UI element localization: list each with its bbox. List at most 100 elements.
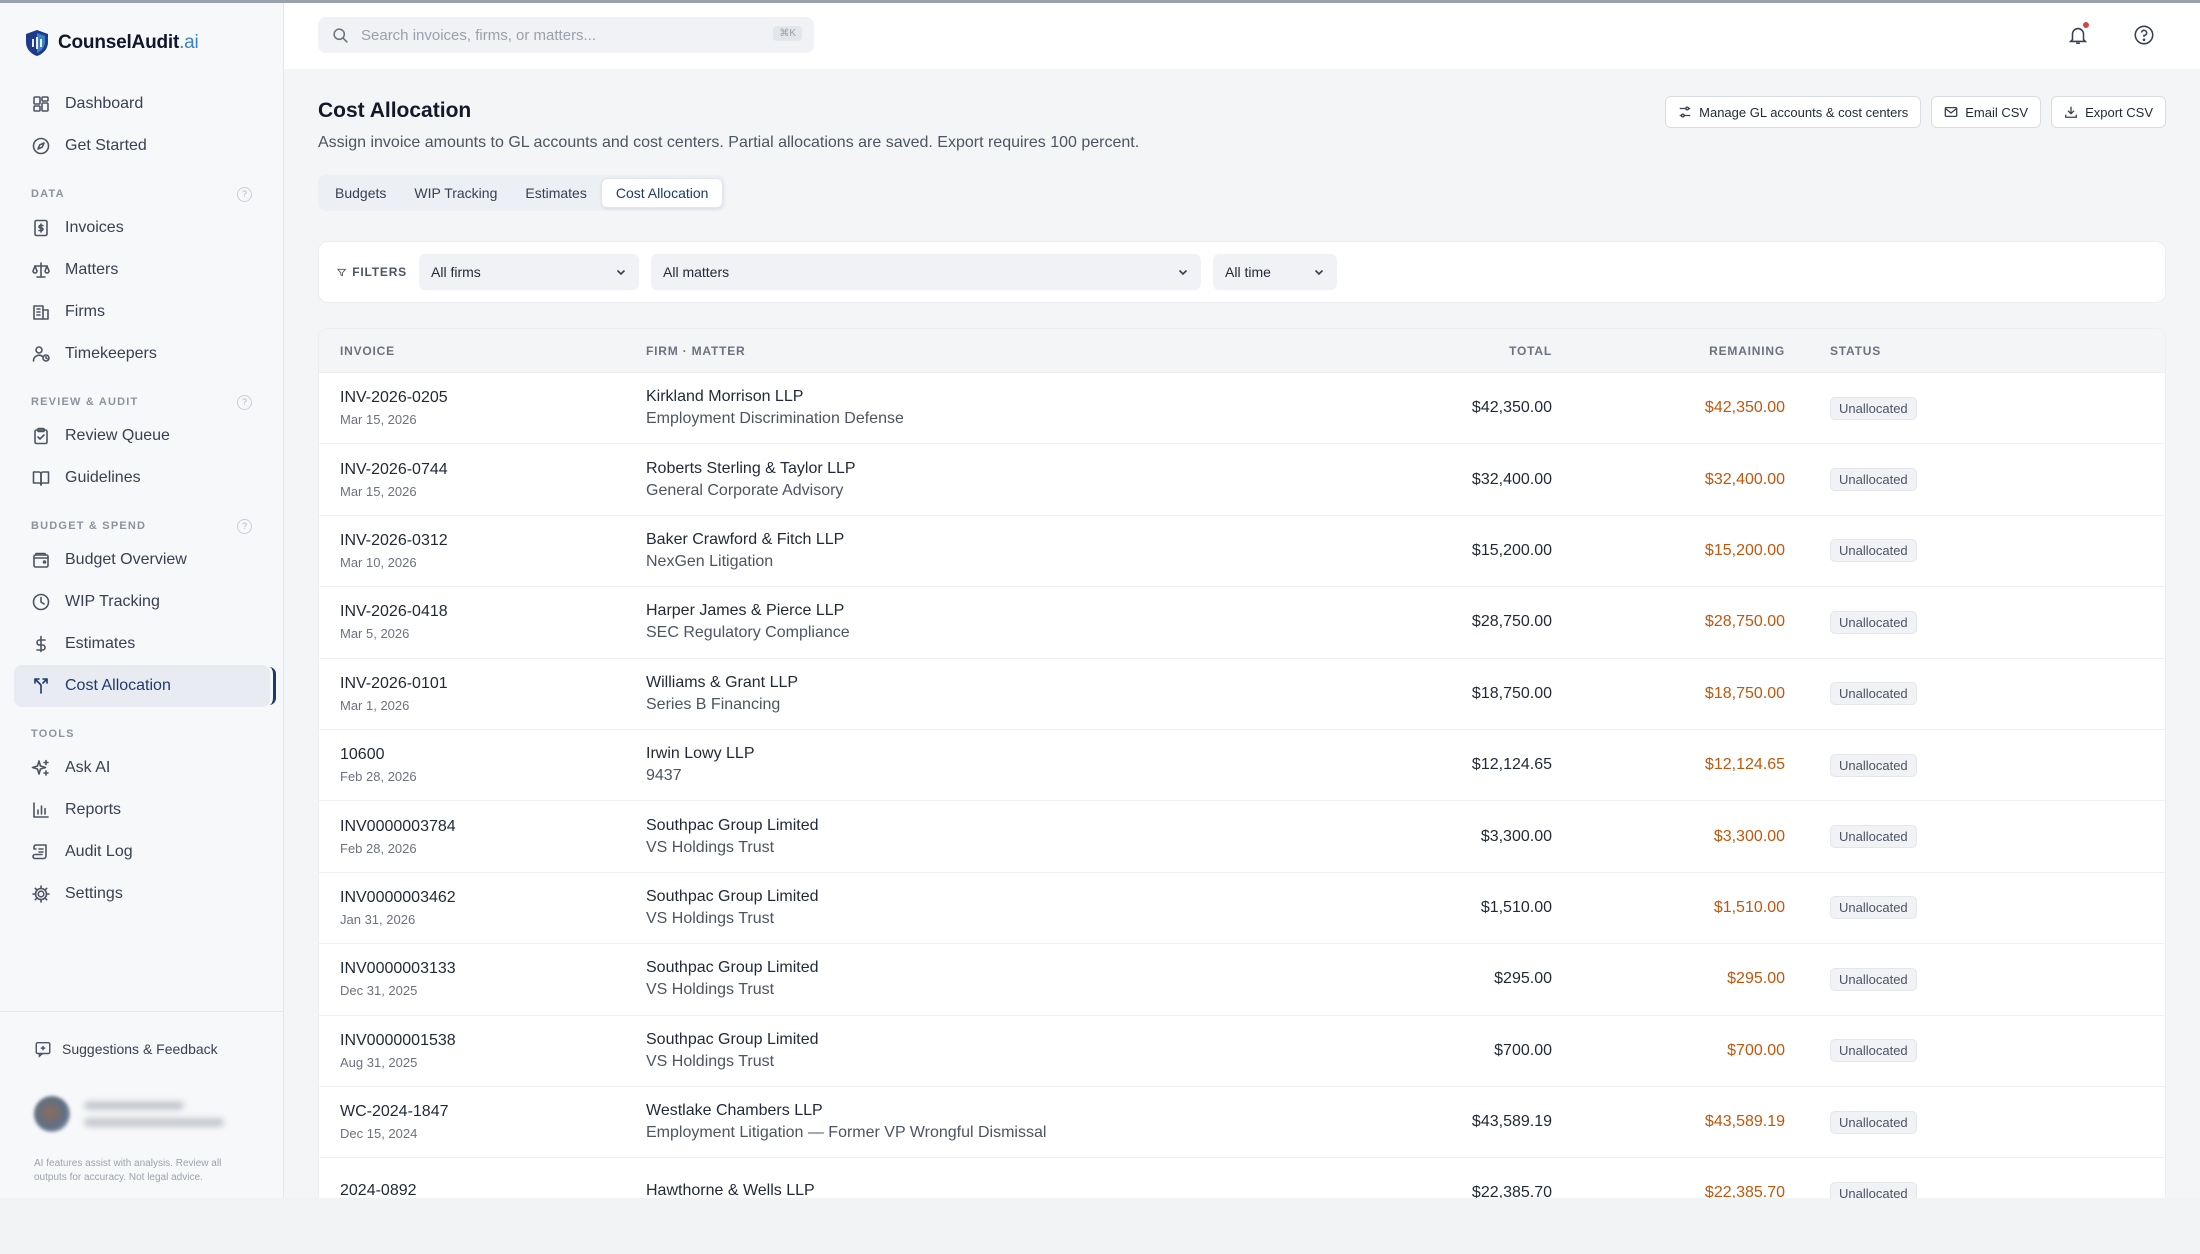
status-cell: Unallocated	[1785, 967, 2085, 991]
column-invoice[interactable]: INVOICE	[319, 344, 646, 358]
invoice-date: Aug 31, 2025	[340, 1054, 418, 1070]
sidebar-item-label: Cost Allocation	[65, 677, 171, 694]
user-profile[interactable]	[34, 1096, 224, 1132]
invoice-number[interactable]: INV-2026-0744	[340, 461, 646, 479]
firm-name: Williams & Grant LLP	[646, 673, 799, 691]
status-cell: Unallocated	[1785, 468, 2085, 492]
invoice-number[interactable]: INV0000003462	[340, 889, 646, 907]
table-row[interactable]: INV0000003462 Jan 31, 2026 Southpac Group …	[319, 873, 2165, 945]
invoice-number[interactable]: INV0000003133	[340, 960, 646, 978]
dollar-icon	[36, 635, 46, 653]
invoice-number[interactable]: 2024-0892	[340, 1182, 646, 1198]
sidebar-item-settings[interactable]: Settings	[14, 873, 270, 915]
table-row[interactable]: 2024-0892 Hawthorne & Wells LLP $22,385.70…	[319, 1158, 2165, 1198]
status-badge: Unallocated	[1830, 753, 1917, 777]
table-row[interactable]: WC-2024-1847 Dec 15, 2024 Westlake Chamber…	[319, 1087, 2165, 1159]
invoice-total: $28,750.00	[1471, 613, 1552, 631]
manage-gl-accounts-button[interactable]: Manage GL accounts & cost centers	[1665, 96, 1922, 128]
sidebar-section-review-and-audit: REVIEW & AUDIT?	[14, 375, 270, 415]
feedback-link[interactable]: Suggestions & Feedback	[34, 1040, 218, 1058]
invoice-total: $43,589.19	[1471, 1113, 1552, 1131]
column-status[interactable]: STATUS	[1785, 344, 2085, 358]
section-help-icon[interactable]: ?	[237, 186, 252, 202]
sidebar-item-invoices[interactable]: Invoices	[14, 207, 270, 249]
matter-filter-select[interactable]: All matters	[651, 254, 1201, 290]
tab-cost-allocation[interactable]: Cost Allocation	[600, 178, 724, 208]
firm-matter-cell: Southpac Group Limited VS Holdings Trust	[646, 1031, 1246, 1071]
status-cell: Unallocated	[1785, 825, 2085, 849]
table-row[interactable]: INV-2026-0744 Mar 15, 2026 Roberts Sterlin…	[319, 444, 2165, 516]
clipboard-check-icon	[34, 427, 48, 445]
sidebar-item-ask-ai[interactable]: Ask AI	[14, 747, 270, 789]
section-help-icon[interactable]: ?	[237, 518, 252, 534]
chevron-down-icon	[1314, 269, 1324, 276]
mail-icon	[1944, 106, 1958, 118]
sidebar-item-budget-overview[interactable]: Budget Overview	[14, 539, 270, 581]
search-input[interactable]	[361, 26, 761, 44]
time-filter-select[interactable]: All time	[1213, 254, 1337, 290]
export-csv-button[interactable]: Export CSV	[2051, 96, 2166, 128]
search-bar[interactable]: ⌘K	[318, 17, 814, 53]
invoice-date: Mar 5, 2026	[340, 626, 410, 642]
tab-budgets[interactable]: Budgets	[321, 178, 400, 208]
sidebar-item-dashboard[interactable]: Dashboard	[14, 83, 270, 125]
table-row[interactable]: 10600 Feb 28, 2026 Irwin Lowy LLP 9437 $12,1…	[319, 730, 2165, 802]
sidebar-item-firms[interactable]: Firms	[14, 291, 270, 333]
notifications-button[interactable]	[2064, 21, 2092, 49]
app-logo[interactable]: CounselAudit.ai	[24, 27, 199, 59]
invoice-date: Dec 15, 2024	[340, 1126, 418, 1142]
table-row[interactable]: INV0000003784 Feb 28, 2026 Southpac Group …	[319, 801, 2165, 873]
sidebar-item-matters[interactable]: Matters	[14, 249, 270, 291]
tab-estimates[interactable]: Estimates	[511, 178, 600, 208]
column-firm-matter[interactable]: FIRM · MATTER	[646, 344, 1246, 358]
sparkle-icon	[31, 759, 49, 776]
sidebar-item-audit-log[interactable]: Audit Log	[14, 831, 270, 873]
table-row[interactable]: INV-2026-0101 Mar 1, 2026 Williams & Grant…	[319, 659, 2165, 730]
remaining-amount: $22,385.70	[1704, 1184, 1785, 1198]
invoice-number[interactable]: INV-2026-0205	[340, 389, 646, 407]
firm-matter-cell: Williams & Grant LLP Series B Financing	[646, 674, 1246, 714]
status-cell: Unallocated	[1785, 1039, 2085, 1063]
invoice-total: $12,124.65	[1471, 756, 1552, 774]
invoice-cell: WC-2024-1847 Dec 15, 2024	[319, 1103, 646, 1141]
table-row[interactable]: INV-2026-0205 Mar 15, 2026 Kirkland Morris…	[319, 373, 2165, 445]
sidebar-item-label: Ask AI	[65, 759, 111, 776]
table-row[interactable]: INV0000003133 Dec 31, 2025 Southpac Group …	[319, 944, 2165, 1016]
invoice-number[interactable]: INV0000003784	[340, 818, 646, 836]
remaining-amount: $1,510.00	[1713, 898, 1785, 916]
invoice-number[interactable]: 10600	[340, 746, 646, 764]
invoice-cell: INV-2026-0205 Mar 15, 2026	[319, 389, 646, 427]
tab-wip-tracking[interactable]: WIP Tracking	[400, 178, 511, 208]
table-row[interactable]: INV-2026-0312 Mar 10, 2026 Baker Crawford …	[319, 516, 2165, 588]
column-total[interactable]: TOTAL	[1246, 344, 1552, 358]
sidebar-item-reports[interactable]: Reports	[14, 789, 270, 831]
sidebar-item-wip-tracking[interactable]: WIP Tracking	[14, 581, 270, 623]
matter-name: VS Holdings Trust	[646, 838, 775, 856]
filters-bar: FILTERS All firms All matters All time	[318, 241, 2166, 303]
table-row[interactable]: INV0000001538 Aug 31, 2025 Southpac Group …	[319, 1016, 2165, 1087]
sidebar-item-cost-allocation[interactable]: Cost Allocation	[14, 665, 276, 707]
invoice-cell: INV-2026-0101 Mar 1, 2026	[319, 675, 646, 713]
invoice-total: $3,300.00	[1480, 827, 1552, 845]
email-csv-button[interactable]: Email CSV	[1931, 96, 2042, 128]
firm-filter-select[interactable]: All firms	[419, 254, 639, 290]
column-remaining[interactable]: REMAINING	[1552, 344, 1785, 358]
sidebar-item-review-queue[interactable]: Review Queue	[14, 415, 270, 457]
firm-matter-cell: Southpac Group Limited VS Holdings Trust	[646, 817, 1246, 857]
invoice-number[interactable]: INV-2026-0101	[340, 675, 646, 693]
sidebar-item-estimates[interactable]: Estimates	[14, 623, 270, 665]
help-button[interactable]	[2130, 21, 2158, 49]
sidebar-item-timekeepers[interactable]: Timekeepers	[14, 333, 270, 375]
invoice-number[interactable]: INV-2026-0418	[340, 603, 646, 621]
invoice-number[interactable]: WC-2024-1847	[340, 1103, 646, 1121]
sidebar-item-get-started[interactable]: Get Started	[14, 125, 270, 167]
invoice-number[interactable]: INV0000001538	[340, 1032, 646, 1050]
sidebar-item-guidelines[interactable]: Guidelines	[14, 457, 270, 499]
table-row[interactable]: INV-2026-0418 Mar 5, 2026 Harper James & P…	[319, 587, 2165, 659]
invoice-total: $32,400.00	[1471, 470, 1552, 488]
table-body: INV-2026-0205 Mar 15, 2026 Kirkland Morris…	[319, 373, 2165, 1198]
status-cell: Unallocated	[1785, 682, 2085, 706]
download-icon	[2065, 106, 2077, 118]
section-help-icon[interactable]: ?	[237, 394, 252, 410]
invoice-number[interactable]: INV-2026-0312	[340, 532, 646, 550]
